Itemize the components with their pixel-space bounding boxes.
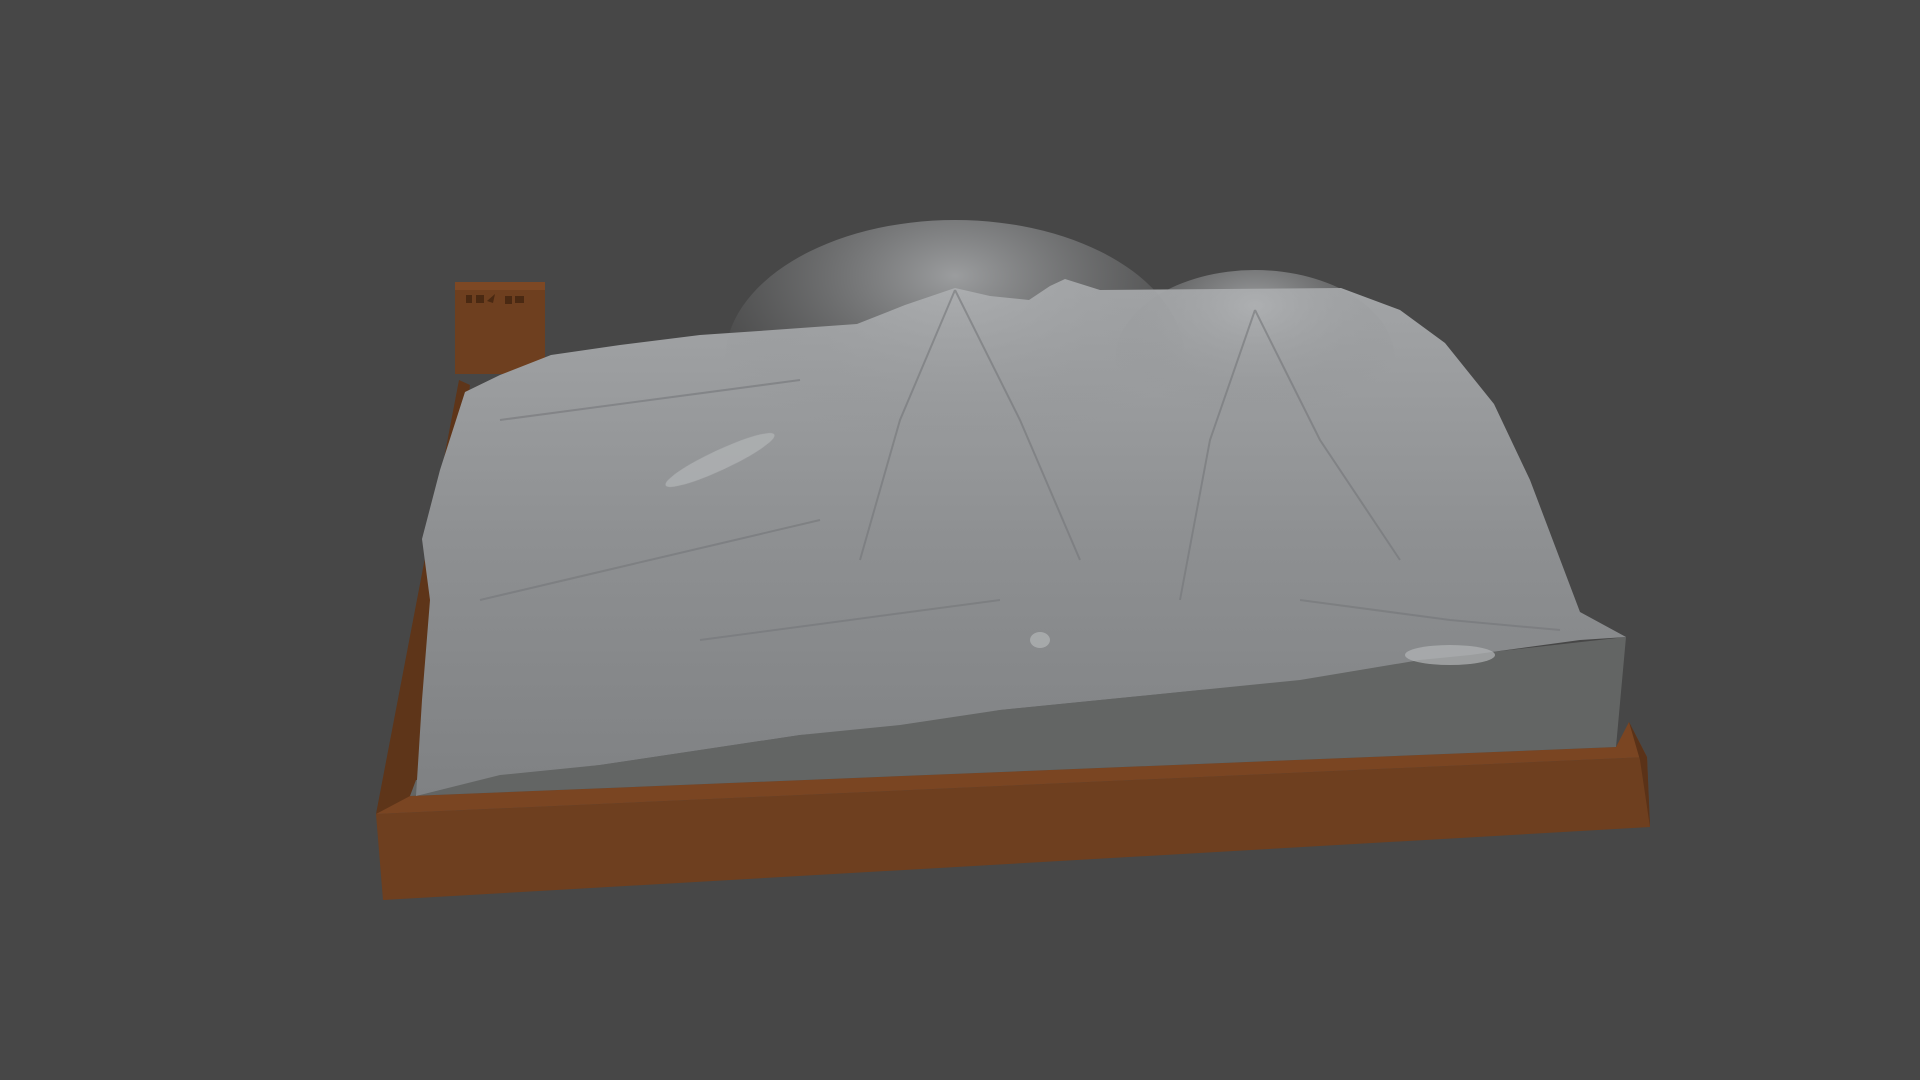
terrain-model-render (376, 220, 1650, 900)
secondary-peak-highlight (1115, 270, 1395, 450)
viewport[interactable] (0, 0, 1920, 1080)
label-tab-top (455, 282, 545, 290)
